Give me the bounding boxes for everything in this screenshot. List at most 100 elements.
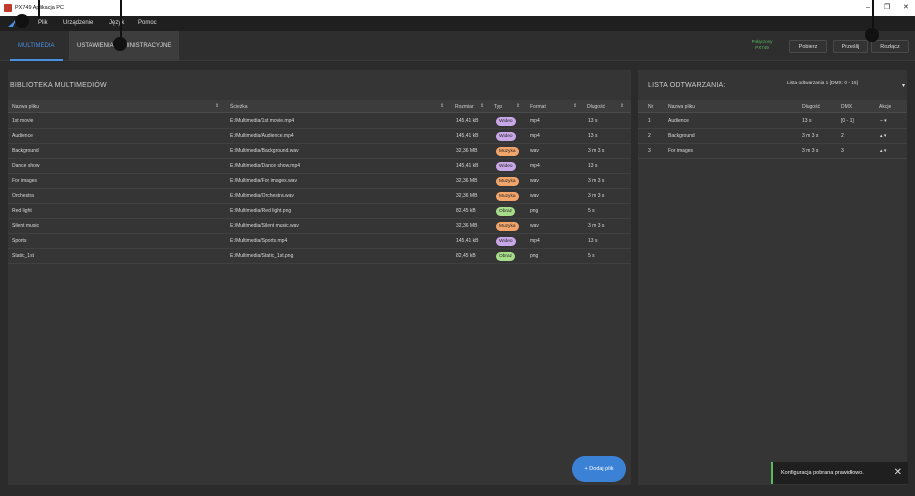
cell-path: E:/Multimedia/Dance show.mp4	[230, 163, 301, 169]
cell-filename: 1st movie	[12, 118, 34, 124]
maximize-button[interactable]: ❐	[884, 4, 890, 12]
cell-size: 145,41 kB	[456, 118, 479, 124]
cell-format: mp4	[530, 118, 540, 124]
cell-format: png	[530, 253, 539, 259]
toast-close-button[interactable]: ✕	[894, 462, 902, 484]
playlist-row[interactable]: 2 Background 3 m 3 s 2 ▴ ▾	[638, 129, 907, 144]
table-row[interactable]: Silent music E:/Multimedia/Silent music.w…	[8, 219, 631, 234]
table-row[interactable]: 1st movie E:/Multimedia/1st movie.mp4 145,…	[8, 114, 631, 129]
add-file-button[interactable]: + Dodaj plik	[572, 456, 626, 482]
cell-path: E:/Multimedia/Static_1st.png	[230, 253, 294, 259]
playlist-row[interactable]: 3 For images 3 m 3 s 3 ▴ ▾	[638, 144, 907, 159]
minimize-button[interactable]: –	[866, 4, 870, 12]
tab-multimedia[interactable]: MULTIMEDIA	[10, 31, 63, 61]
close-button[interactable]: ✕	[903, 4, 909, 12]
cell-filename: For images	[12, 178, 38, 184]
window-titlebar: PX749 Aplikacja PC – ❐ ✕	[0, 0, 915, 16]
col-format[interactable]: Format	[530, 104, 546, 110]
send-button[interactable]: Prześlij	[833, 40, 868, 53]
type-badge: Wideo	[496, 132, 516, 141]
playlist-select[interactable]: Lista odtwarzania 1 [DMX: 0 - 15] ▾	[787, 81, 907, 92]
cell-length: 13 s	[588, 133, 598, 139]
table-row[interactable]: Static_1st E:/Multimedia/Static_1st.png 82…	[8, 249, 631, 264]
cell-filename: Dance show	[12, 163, 40, 169]
marker-dot	[15, 14, 29, 28]
cell-path: E:/Multimedia/Sports.mp4	[230, 238, 288, 244]
col-length[interactable]: Długość	[587, 104, 605, 110]
cell-dmx: 2	[841, 133, 844, 139]
cell-length: 5 s	[588, 253, 595, 259]
row-actions[interactable]: ▴ ▾	[880, 133, 886, 139]
library-panel: BIBLIOTEKA MULTIMEDIÓW Nazwa pliku ⇕ Ści…	[8, 70, 631, 485]
cell-length: 3 m 3 s	[588, 223, 605, 229]
col-pl-length: Długość	[802, 104, 821, 110]
sort-icon[interactable]: ⇕	[440, 103, 444, 109]
table-row[interactable]: Audience E:/Multimedia/Audience.mp4 145,41…	[8, 129, 631, 144]
table-row[interactable]: Sports E:/Multimedia/Sports.mp4 145,41 kB m…	[8, 234, 631, 249]
cell-size: 82,45 kB	[456, 208, 476, 214]
table-row[interactable]: Background E:/Multimedia/Background.wav 32…	[8, 144, 631, 159]
cell-size: 145,41 kB	[456, 133, 479, 139]
col-size[interactable]: Rozmiar	[455, 104, 474, 110]
col-nr: Nr	[648, 104, 654, 110]
cell-format: mp4	[530, 133, 540, 139]
sort-icon[interactable]: ⇕	[215, 103, 219, 109]
sort-icon[interactable]: ⇕	[480, 103, 484, 109]
cell-length: 5 s	[588, 208, 595, 214]
col-type[interactable]: Typ	[494, 104, 502, 110]
menu-language[interactable]: Język	[109, 20, 124, 26]
cell-dmx: [0 - 1]	[841, 118, 854, 124]
device-name: PX749	[755, 45, 769, 50]
cell-length: 13 s	[588, 163, 598, 169]
cell-size: 145,41 kB	[456, 163, 479, 169]
type-badge: Muzyka	[496, 222, 519, 231]
cell-size: 32,36 MB	[456, 223, 478, 229]
playlist-title: LISTA ODTWARZANIA:	[648, 82, 726, 89]
table-row[interactable]: Red light E:/Multimedia/Red light.png 82,4…	[8, 204, 631, 219]
marker-line	[872, 0, 874, 30]
type-badge: Obraz	[496, 252, 516, 261]
cell-path: E:/Multimedia/Silent music.wav	[230, 223, 299, 229]
table-row[interactable]: For images E:/Multimedia/For images.wav 32…	[8, 174, 631, 189]
cell-format: mp4	[530, 238, 540, 244]
col-actions: Akcje	[879, 104, 892, 110]
cell-nr: 2	[648, 133, 651, 139]
cell-pl-length: 3 m 3 s	[802, 133, 819, 139]
menu-bar: Plik Urządzenie Język Pomoc	[0, 16, 915, 31]
library-title: BIBLIOTEKA MULTIMEDIÓW	[10, 82, 107, 89]
cell-path: E:/Multimedia/1st movie.mp4	[230, 118, 295, 124]
chevron-down-icon: ▾	[901, 83, 905, 89]
menu-file[interactable]: Plik	[38, 20, 48, 26]
playlist-select-value: Lista odtwarzania 1 [DMX: 0 - 15]	[787, 81, 858, 86]
menu-help[interactable]: Pomoc	[138, 20, 157, 26]
table-row[interactable]: Dance show E:/Multimedia/Dance show.mp4 14…	[8, 159, 631, 174]
table-row[interactable]: Orchestra E:/Multimedia/Orchestra.wav 32,3…	[8, 189, 631, 204]
playlist-panel: LISTA ODTWARZANIA: Nr Nazwa pliku Długoś…	[638, 70, 907, 485]
disconnect-button[interactable]: Rozłącz	[871, 40, 909, 53]
cell-format: png	[530, 208, 539, 214]
row-actions[interactable]: ▴ ▾	[880, 148, 886, 154]
cell-filename: Sports	[12, 238, 27, 244]
col-filename[interactable]: Nazwa pliku	[12, 104, 39, 110]
sort-icon[interactable]: ⇕	[620, 103, 624, 109]
cell-filename: Background	[12, 148, 39, 154]
marker-line	[120, 0, 122, 38]
cell-length: 3 m 3 s	[588, 193, 605, 199]
sort-icon[interactable]: ⇕	[573, 103, 577, 109]
cell-nr: 1	[648, 118, 651, 124]
cell-filename: Silent music	[12, 223, 39, 229]
cell-size: 32,36 MB	[456, 193, 478, 199]
col-dmx: DMX	[841, 104, 853, 110]
type-badge: Wideo	[496, 162, 516, 171]
row-actions[interactable]: – ▾	[880, 118, 887, 124]
playlist-row[interactable]: 1 Audience 13 s [0 - 1] – ▾	[638, 114, 907, 129]
download-button[interactable]: Pobierz	[789, 40, 827, 53]
cell-path: E:/Multimedia/For images.wav	[230, 178, 297, 184]
cell-size: 32,36 MB	[456, 148, 478, 154]
cell-path: E:/Multimedia/Red light.png	[230, 208, 292, 214]
menu-device[interactable]: Urządzenie	[63, 20, 93, 26]
cell-dmx: 3	[841, 148, 844, 154]
sort-icon[interactable]: ⇕	[516, 103, 520, 109]
cell-length: 13 s	[588, 238, 598, 244]
col-path[interactable]: Ścieżka	[230, 104, 248, 110]
